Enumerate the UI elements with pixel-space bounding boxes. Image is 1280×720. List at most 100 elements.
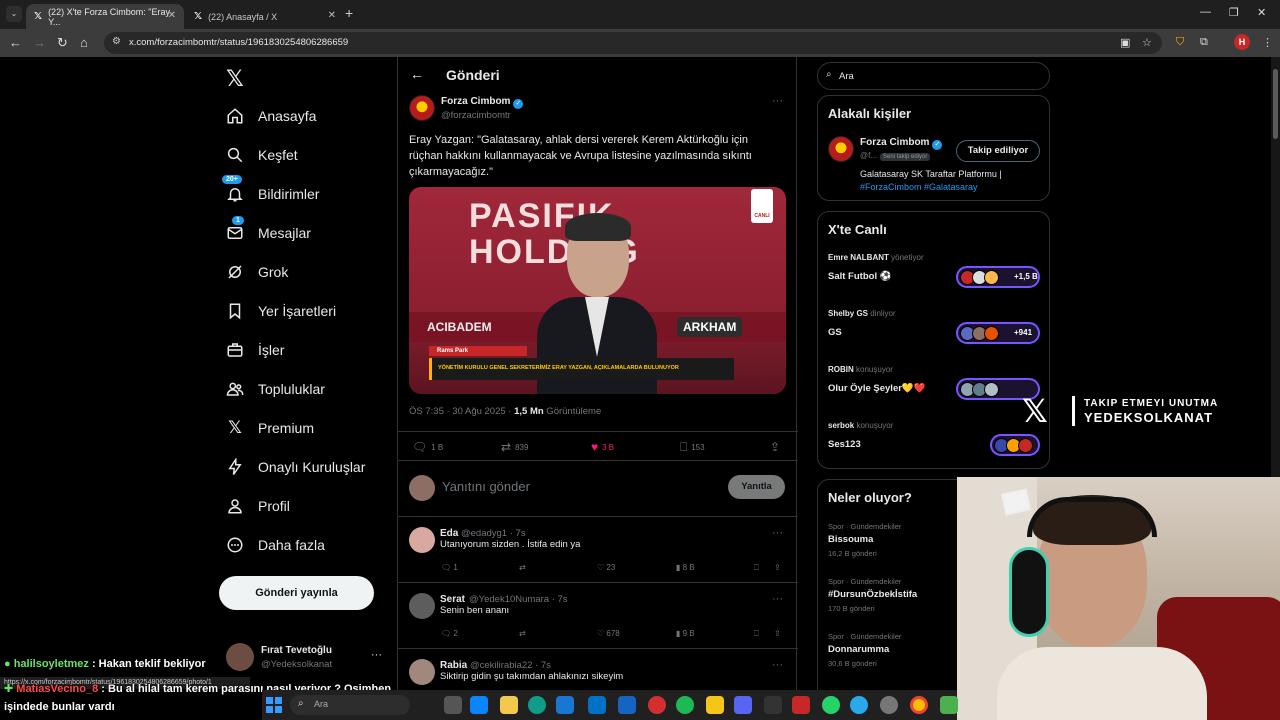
x-logo-icon[interactable]: 𝕏 (226, 66, 244, 92)
live-space-item[interactable]: Emre NALBANT yönetiyor Salt Futbol ⚽ +1,… (828, 253, 1040, 303)
app-icon[interactable] (618, 696, 636, 714)
like-button[interactable]: ♥ 3 B (591, 440, 614, 454)
taskbar-search[interactable]: ⌕ Ara (290, 695, 410, 715)
close-window-button[interactable]: ✕ (1257, 6, 1266, 19)
reply-submit-button[interactable]: Yanıtla (728, 475, 785, 499)
file-explorer-icon[interactable] (500, 696, 518, 714)
spotify-icon[interactable] (676, 696, 694, 714)
sidebar-item-profil[interactable]: Profil (226, 491, 290, 521)
search-input[interactable]: ⌕ Ara (817, 62, 1050, 90)
minimize-button[interactable]: — (1200, 6, 1211, 18)
relevant-name[interactable]: Forza Cimbom ✓ (860, 137, 943, 150)
whatsapp-icon[interactable] (822, 696, 840, 714)
live-space-item[interactable]: serbok konuşuyor Ses123 (828, 421, 1040, 471)
more-icon[interactable]: ··· (772, 593, 783, 605)
reply-button[interactable]: 🗨 1 B (412, 440, 443, 454)
share-button[interactable]: ⇪ (770, 440, 784, 454)
maximize-button[interactable]: ❐ (1229, 6, 1239, 19)
reply-author-name[interactable]: Serat (440, 594, 465, 605)
bookmark-button[interactable]: ⎕ 153 (680, 440, 705, 455)
back-arrow-icon[interactable]: ← (410, 66, 424, 82)
listeners-pill[interactable] (990, 434, 1040, 456)
reply-input[interactable]: Yanıtını gönder (442, 479, 530, 494)
retweet-icon[interactable]: ⇄ (519, 563, 526, 572)
app-icon[interactable] (706, 696, 724, 714)
sidebar-item-mesajlar[interactable]: 1 Mesajlar (226, 216, 311, 248)
chrome-icon[interactable] (910, 696, 928, 714)
bookmark-icon[interactable]: ⎕ (754, 629, 759, 639)
more-icon[interactable]: ··· (772, 659, 783, 671)
like-button[interactable]: ♡ 678 (597, 629, 620, 638)
listeners-pill[interactable]: +941 (956, 322, 1040, 344)
like-button[interactable]: ♡ 23 (597, 563, 615, 572)
menu-dots-icon[interactable]: ⋮ (1262, 36, 1273, 49)
opera-icon[interactable] (648, 696, 666, 714)
reply-button[interactable]: 🗨 2 (441, 629, 458, 638)
share-icon[interactable]: ⇪ (774, 629, 781, 638)
avatar[interactable] (409, 593, 435, 619)
sidebar-item-topluluklar[interactable]: Topluluklar (226, 374, 325, 404)
sidebar-item-anasayfa[interactable]: Anasayfa (226, 101, 316, 131)
obs-icon[interactable] (880, 696, 898, 714)
tweet-time[interactable]: ÖS 7:35 · 30 Ağu 2025 · (409, 406, 514, 417)
site-info-icon[interactable]: ⚙ (112, 36, 121, 47)
post-button[interactable]: Gönderi yayınla (219, 576, 374, 610)
home-icon[interactable]: ⌂ (80, 35, 88, 50)
app-icon[interactable] (764, 696, 782, 714)
retweet-button[interactable]: ⇄ 839 (501, 440, 528, 454)
reply-item[interactable]: Eda @edadyg1 · 7s ··· Utanıyorum sizden … (398, 517, 798, 583)
tab-forza-cimbom[interactable]: 𝕏 (22) X'te Forza Cimbom: "Eray Y... ✕ (26, 4, 184, 29)
reload-icon[interactable]: ↻ (57, 35, 68, 51)
views-button[interactable]: ▮ 8 B (676, 563, 695, 572)
tweet-author-handle[interactable]: @forzacimbomtr (441, 110, 511, 121)
store-icon[interactable] (556, 696, 574, 714)
sidebar-item-yer-isaretleri[interactable]: Yer İşaretleri (226, 296, 336, 326)
following-button[interactable]: Takip ediliyor (956, 140, 1040, 162)
bookmark-icon[interactable]: ⎕ (754, 563, 759, 573)
edge-icon[interactable] (528, 696, 546, 714)
profile-avatar[interactable]: H (1234, 34, 1250, 50)
telegram-icon[interactable] (850, 696, 868, 714)
bookmark-star-icon[interactable]: ☆ (1142, 36, 1152, 49)
tab-anasayfa[interactable]: 𝕏 (22) Anasayfa / X ✕ (186, 4, 344, 29)
forward-arrow-icon[interactable]: → (33, 35, 46, 50)
share-icon[interactable]: ⇪ (774, 563, 781, 572)
app-icon[interactable] (940, 696, 958, 714)
close-icon[interactable]: ✕ (328, 10, 336, 21)
hashtag-link[interactable]: #ForzaCimbom #Galatasaray (860, 182, 978, 192)
sidebar-item-premium[interactable]: 𝕏 Premium (226, 413, 314, 443)
close-icon[interactable]: ✕ (168, 10, 176, 21)
task-view-icon[interactable] (444, 696, 462, 714)
scrollbar-thumb[interactable] (1273, 69, 1278, 139)
sidebar-item-onayli-kuruluslar[interactable]: Onaylı Kuruluşlar (226, 452, 365, 482)
address-bar[interactable]: ⚙ x.com/forzacimbomtr/status/19618302548… (104, 32, 1162, 54)
sidebar-item-bildirimler[interactable]: 20+ Bildirimler (222, 175, 319, 209)
avatar[interactable] (409, 527, 435, 553)
retweet-icon[interactable]: ⇄ (519, 629, 526, 638)
more-icon[interactable]: ··· (772, 95, 783, 107)
reply-button[interactable]: 🗨 1 (441, 563, 458, 572)
views-button[interactable]: ▮ 9 B (676, 629, 695, 638)
listeners-pill[interactable]: +1,5 B (956, 266, 1040, 288)
reply-author-name[interactable]: Eda (440, 528, 458, 539)
sidebar-item-grok[interactable]: Grok (226, 257, 288, 287)
live-space-item[interactable]: Shelby GS dinliyor GS +941 (828, 309, 1040, 359)
sidebar-item-daha-fazla[interactable]: Daha fazla (226, 530, 325, 560)
install-app-icon[interactable]: ▣ (1120, 36, 1130, 49)
back-arrow-icon[interactable]: ← (9, 35, 22, 50)
sidebar-item-isler[interactable]: İşler (226, 335, 284, 365)
outlook-icon[interactable] (588, 696, 606, 714)
extension-shield-icon[interactable]: ⛉ (1176, 36, 1184, 49)
tab-search-button[interactable]: ⌄ (6, 6, 22, 22)
sidebar-item-kesfet[interactable]: Keşfet (226, 140, 298, 170)
avatar[interactable] (409, 95, 435, 121)
more-icon[interactable]: ··· (772, 527, 783, 539)
tweet-author-name[interactable]: Forza Cimbom ✓ (441, 96, 524, 109)
tweet-video[interactable]: PASIFIK HOLDING ACIBADEM ARKHAM CANLI Ra… (409, 187, 786, 394)
avatar[interactable] (828, 136, 854, 162)
windows-start-icon[interactable] (266, 697, 282, 713)
reply-author-name[interactable]: Rabia (440, 660, 467, 671)
copilot-icon[interactable] (470, 696, 488, 714)
teams-icon[interactable] (734, 696, 752, 714)
extensions-puzzle-icon[interactable]: ⧉ (1200, 36, 1208, 49)
